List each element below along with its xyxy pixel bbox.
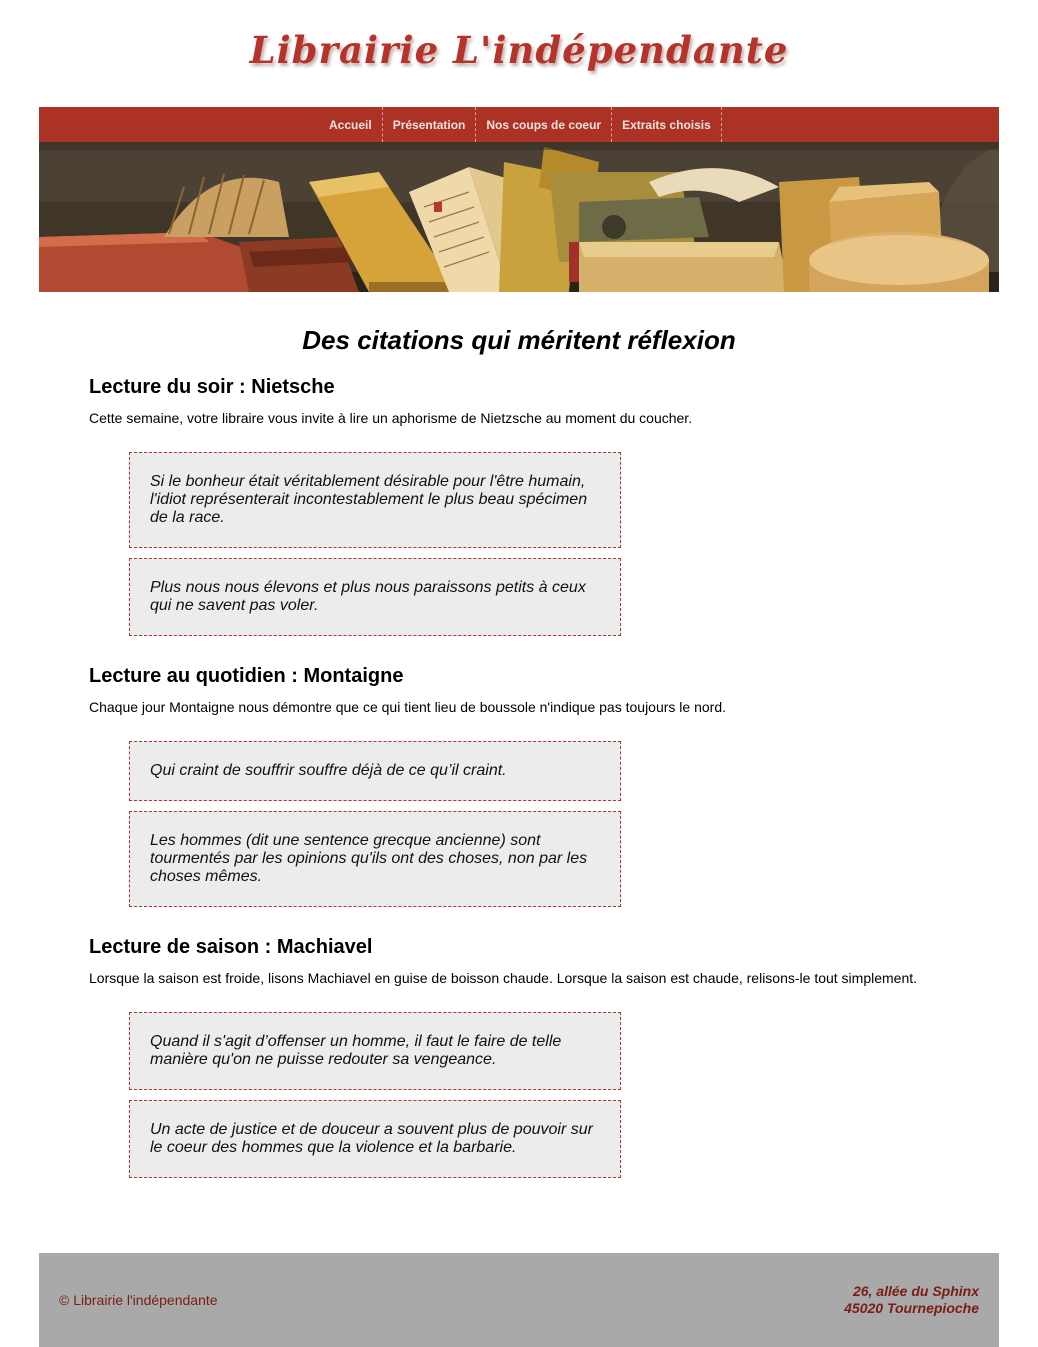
- section-intro-montaigne: Chaque jour Montaigne nous démontre que …: [89, 699, 726, 715]
- section-intro-nietzsche: Cette semaine, votre libraire vous invit…: [89, 410, 693, 426]
- quote-box: Si le bonheur était véritablement désira…: [129, 452, 621, 548]
- footer-copyright: © Librairie l'indépendante: [59, 1292, 218, 1308]
- quote-box: Quand il s'agit d’offenser un homme, il …: [129, 1012, 621, 1090]
- footer-address: 26, allée du Sphinx 45020 Tournepioche: [844, 1283, 979, 1317]
- books-illustration: [39, 142, 999, 292]
- nav-item-extraits-choisis[interactable]: Extraits choisis: [612, 107, 722, 142]
- page-heading: Des citations qui méritent réflexion: [302, 325, 736, 355]
- quote-text: Si le bonheur était véritablement désira…: [150, 473, 588, 526]
- address-city: 45020 Tournepioche: [844, 1300, 979, 1316]
- footer: © Librairie l'indépendante 26, allée du …: [39, 1253, 999, 1347]
- section-intro-machiavel: Lorsque la saison est froide, lisons Mac…: [89, 970, 918, 986]
- quote-box: Plus nous nous élevons et plus nous para…: [129, 558, 621, 636]
- main-navigation: Accueil Présentation Nos coups de coeur …: [39, 107, 999, 142]
- section-title-machiavel: Lecture de saison : Machiavel: [89, 936, 373, 958]
- quote-box: Un acte de justice et de douceur a souve…: [129, 1100, 621, 1178]
- quote-text: Un acte de justice et de douceur a souve…: [150, 1121, 593, 1156]
- quote-box: Les hommes (dit une sentence grecque anc…: [129, 811, 621, 907]
- section-title-nietzsche: Lecture du soir : Nietsche: [89, 376, 335, 398]
- address-street: 26, allée du Sphinx: [852, 1283, 979, 1299]
- section-title-montaigne: Lecture au quotidien : Montaigne: [89, 665, 404, 687]
- quote-box: Qui craint de souffrir souffre déjà de c…: [129, 741, 621, 801]
- quote-text: Qui craint de souffrir souffre déjà de c…: [150, 762, 507, 779]
- nav-item-presentation[interactable]: Présentation: [383, 107, 477, 142]
- banner-books-image: [39, 142, 999, 292]
- site-title: Librairie L'indépendante: [249, 28, 789, 72]
- quote-text: Plus nous nous élevons et plus nous para…: [150, 579, 586, 614]
- nav-item-accueil[interactable]: Accueil: [319, 107, 383, 142]
- page: Librairie L'indépendante Accueil Présent…: [0, 0, 1038, 1347]
- nav-item-coups-de-coeur[interactable]: Nos coups de coeur: [476, 107, 613, 142]
- quote-text: Quand il s'agit d’offenser un homme, il …: [150, 1033, 562, 1068]
- quote-text: Les hommes (dit une sentence grecque anc…: [150, 832, 588, 885]
- nav-menu: Accueil Présentation Nos coups de coeur …: [319, 107, 722, 142]
